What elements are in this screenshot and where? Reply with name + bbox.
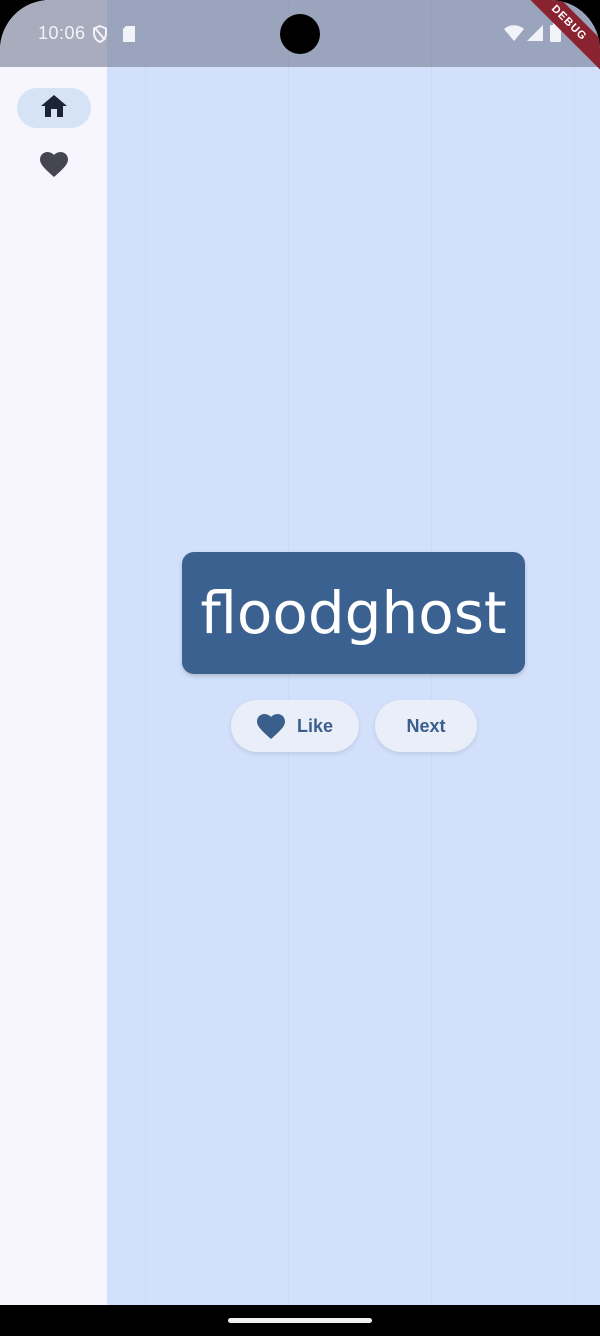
background-line xyxy=(574,0,575,1305)
nav-item-favorites[interactable] xyxy=(17,147,91,187)
home-indicator[interactable] xyxy=(228,1318,372,1323)
like-button-label: Like xyxy=(296,715,334,736)
status-bar: 10:06 xyxy=(0,0,600,67)
front-camera xyxy=(280,14,320,54)
nav-item-home[interactable] xyxy=(17,88,91,128)
home-icon xyxy=(41,94,67,122)
heart-icon xyxy=(256,713,285,739)
next-button[interactable]: Next xyxy=(375,700,477,752)
navigation-rail xyxy=(0,0,107,1305)
heart-icon xyxy=(40,152,68,182)
like-button[interactable]: Like xyxy=(231,700,359,752)
app-screen: 10:06 DEBUG floodghost Like Next xyxy=(0,0,600,1305)
sd-card-icon xyxy=(122,26,136,47)
next-button-label: Next xyxy=(406,715,446,736)
word-pair-card: floodghost xyxy=(182,552,525,674)
wifi-icon xyxy=(504,25,524,46)
background-line xyxy=(145,0,146,1305)
word-pair-text: floodghost xyxy=(200,579,507,647)
cellular-signal-icon xyxy=(527,25,543,46)
shield-icon xyxy=(92,24,108,48)
status-time: 10:06 xyxy=(38,23,86,43)
